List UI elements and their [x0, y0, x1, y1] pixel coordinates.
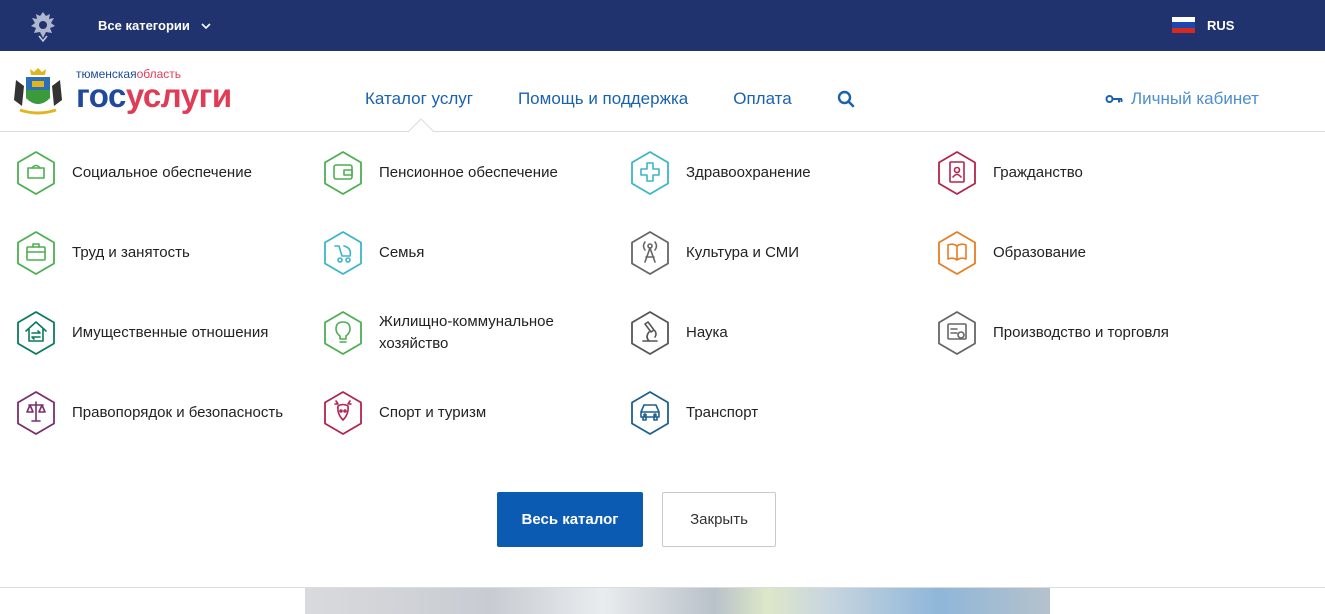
gosuslugi-logo[interactable]: тюменскаяобласть госуслуги [10, 66, 232, 116]
chevron-down-icon [201, 22, 211, 29]
category-label: Транспорт [686, 404, 759, 421]
personal-cabinet-link[interactable]: Личный кабинет [1105, 89, 1259, 109]
category-item[interactable]: Правопорядок и безопасность [15, 390, 315, 436]
category-item[interactable]: Спорт и туризм [322, 390, 622, 436]
dropdown-caret-icon [408, 118, 434, 132]
category-label: Имущественные отношения [72, 324, 269, 341]
book-icon [938, 231, 976, 275]
category-label: Здравоохранение [686, 164, 811, 181]
category-item[interactable]: Пенсионное обеспечение [322, 150, 622, 196]
top-bar: Все категории RUS [0, 0, 1325, 51]
category-label: Гражданство [993, 164, 1083, 181]
category-label: Пенсионное обеспечение [379, 164, 558, 181]
category-item[interactable]: Транспорт [629, 390, 929, 436]
category-item[interactable]: Образование [936, 230, 1236, 276]
stroller-icon [324, 231, 362, 275]
category-label: Семья [379, 244, 425, 261]
category-label: Образование [993, 244, 1086, 261]
category-label: Правопорядок и безопасность [72, 404, 284, 421]
nav-help-link[interactable]: Помощь и поддержка [518, 89, 688, 109]
deer-icon [324, 391, 362, 435]
nav-payment-link[interactable]: Оплата [733, 89, 791, 109]
passport-icon [938, 151, 976, 195]
category-label: Наука [686, 324, 728, 341]
certificate-icon [938, 311, 976, 355]
category-label: Культура и СМИ [686, 244, 800, 261]
scales-icon [17, 391, 55, 435]
car-icon [631, 391, 669, 435]
main-header: тюменскаяобласть госуслуги Каталог услуг… [0, 51, 1325, 132]
close-button[interactable]: Закрыть [662, 492, 776, 547]
category-item[interactable]: Гражданство [936, 150, 1236, 196]
lightbulb-icon [324, 311, 362, 355]
all-categories-label: Все категории [98, 18, 190, 33]
russian-emblem-icon[interactable] [28, 10, 58, 42]
category-label: Социальное обеспечение [72, 164, 252, 181]
language-switcher[interactable]: RUS [1172, 17, 1234, 33]
key-icon [1105, 95, 1123, 103]
category-label: Производство и торговля [993, 324, 1169, 341]
category-label: Труд и занятость [72, 244, 190, 261]
category-item[interactable]: Социальное обеспечение [15, 150, 315, 196]
brand-name: госуслуги [76, 77, 232, 114]
search-icon[interactable] [837, 90, 855, 108]
category-item[interactable]: Наука [629, 310, 929, 356]
personal-cabinet-label: Личный кабинет [1131, 89, 1259, 108]
all-categories-dropdown[interactable]: Все категории [98, 18, 212, 33]
category-item[interactable]: Производство и торговля [936, 310, 1236, 356]
category-item[interactable]: Культура и СМИ [629, 230, 929, 276]
all-catalog-button[interactable]: Весь каталог [497, 492, 643, 547]
category-label: Спорт и туризм [379, 404, 487, 421]
wallet-icon [17, 151, 55, 195]
nav-catalog-link[interactable]: Каталог услуг [365, 89, 473, 109]
category-item[interactable]: Жилищно-коммунальное хозяйство [322, 310, 622, 356]
microscope-icon [631, 311, 669, 355]
russian-flag-icon [1172, 17, 1195, 33]
briefcase-icon [17, 231, 55, 275]
category-item[interactable]: Труд и занятость [15, 230, 315, 276]
category-label: Жилищно-коммунальное хозяйство [379, 313, 554, 352]
language-label: RUS [1207, 17, 1235, 33]
tyumen-coat-of-arms-icon [14, 68, 62, 115]
category-item[interactable]: Семья [322, 230, 622, 276]
category-item[interactable]: Здравоохранение [629, 150, 929, 196]
broadcast-tower-icon [631, 231, 669, 275]
main-nav: Каталог услуг Помощь и поддержка Оплата [365, 89, 855, 109]
house-exchange-icon [17, 311, 55, 355]
purse-icon [324, 151, 362, 195]
hero-banner-image [305, 588, 1050, 614]
category-item[interactable]: Имущественные отношения [15, 310, 315, 356]
medical-cross-icon [631, 151, 669, 195]
